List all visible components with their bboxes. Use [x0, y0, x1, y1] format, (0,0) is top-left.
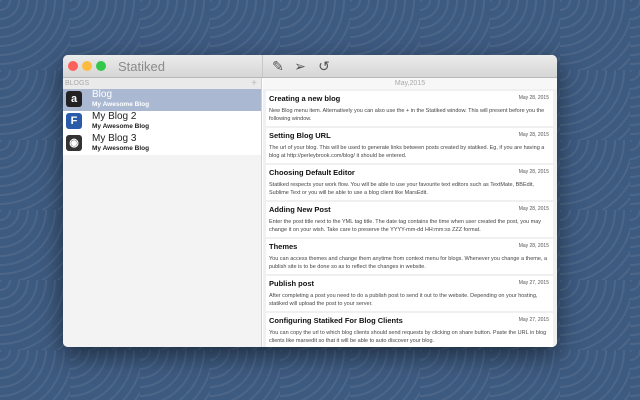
post-title: Themes — [269, 242, 298, 251]
post-title: Configuring Statiked For Blog Clients — [269, 316, 403, 325]
app-title: Statiked — [118, 59, 165, 74]
post-excerpt: After completing a post you need to do a… — [269, 293, 538, 307]
post-list: May,2015 Creating a new blog May 28, 2015… — [263, 78, 557, 347]
sidebar-header-label: BLOGS — [65, 80, 90, 87]
post-title: Creating a new blog — [269, 94, 341, 103]
send-icon[interactable]: ➢ — [292, 58, 308, 74]
sidebar-header: BLOGS + — [63, 78, 261, 89]
zoom-button[interactable] — [96, 61, 106, 71]
post-item[interactable]: Publish post May 27, 2015 After completing… — [266, 276, 553, 311]
post-title: Adding New Post — [269, 205, 331, 214]
blog-name: My Blog 3 — [92, 133, 137, 144]
post-title: Publish post — [269, 279, 314, 288]
post-date: May 28, 2015 — [518, 95, 549, 101]
sidebar-item-my-blog-3[interactable]: ◉ My Blog 3 My Awesome Blog — [63, 133, 261, 155]
close-button[interactable] — [68, 61, 78, 71]
blog-subtitle: My Awesome Blog — [92, 123, 150, 130]
post-date: May 27, 2015 — [518, 280, 549, 286]
post-item[interactable]: Adding New Post May 28, 2015 Enter the pos… — [266, 202, 553, 237]
post-date: May 28, 2015 — [518, 206, 549, 212]
post-item[interactable]: Choosing Default Editor May 28, 2015 Stati… — [266, 165, 553, 200]
sidebar: BLOGS + a Blog My Awesome Blog F My Blog … — [63, 78, 262, 347]
app-window: Statiked ✎ ➢ ↺ BLOGS + a Blog My Awesome … — [63, 55, 557, 347]
amazon-icon: a — [66, 91, 82, 107]
title-bar: Statiked ✎ ➢ ↺ — [63, 55, 557, 78]
add-blog-button[interactable]: + — [251, 78, 257, 89]
blog-name: Blog — [92, 89, 113, 100]
compose-icon[interactable]: ✎ — [270, 58, 286, 74]
github-icon: ◉ — [66, 135, 82, 151]
blog-subtitle: My Awesome Blog — [92, 145, 150, 152]
post-item[interactable]: Creating a new blog May 28, 2015 New Blog… — [266, 91, 553, 126]
post-date: May 28, 2015 — [518, 169, 549, 175]
post-excerpt: You can access themes and change them an… — [269, 256, 548, 270]
blog-subtitle: My Awesome Blog — [92, 101, 150, 108]
post-title: Choosing Default Editor — [269, 168, 355, 177]
post-date: May 28, 2015 — [518, 132, 549, 138]
post-excerpt: New Blog menu item. Alternatively you ca… — [269, 108, 545, 122]
post-item[interactable]: Configuring Statiked For Blog Clients May… — [266, 313, 553, 347]
blog-name: My Blog 2 — [92, 111, 137, 122]
sidebar-item-my-blog-2[interactable]: F My Blog 2 My Awesome Blog — [63, 111, 261, 133]
post-date: May 28, 2015 — [518, 243, 549, 249]
month-header: May,2015 — [263, 78, 557, 89]
post-item[interactable]: Setting Blog URL May 28, 2015 The url of y… — [266, 128, 553, 163]
post-excerpt: Enter the post title next to the YML tag… — [269, 219, 542, 233]
refresh-icon[interactable]: ↺ — [316, 58, 332, 74]
post-item[interactable]: Themes May 28, 2015 You can access themes … — [266, 239, 553, 274]
post-excerpt: Statiked respects your work flow. You wi… — [269, 182, 534, 196]
post-date: May 27, 2015 — [518, 317, 549, 323]
post-title: Setting Blog URL — [269, 131, 331, 140]
sidebar-item-blog[interactable]: a Blog My Awesome Blog — [63, 89, 261, 111]
post-excerpt: The url of your blog. This will be used … — [269, 145, 545, 159]
post-excerpt: You can copy the url to which blog clien… — [269, 330, 547, 344]
f-icon: F — [66, 113, 82, 129]
divider — [262, 55, 263, 77]
minimize-button[interactable] — [82, 61, 92, 71]
